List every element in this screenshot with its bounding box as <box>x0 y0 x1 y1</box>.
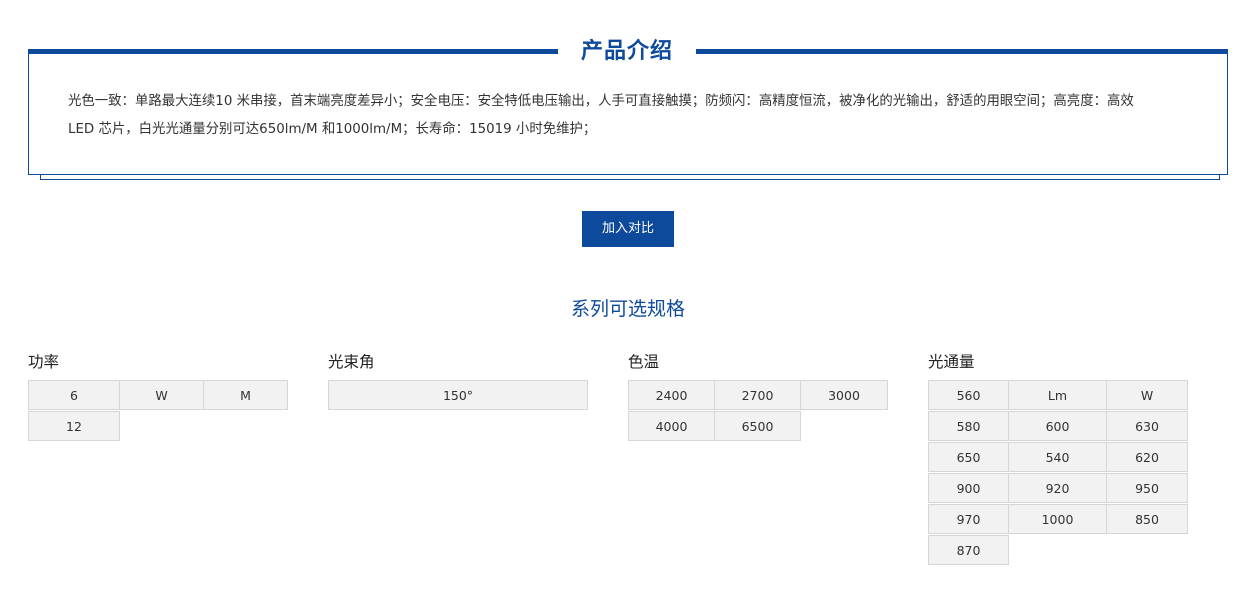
add-to-compare-button[interactable]: 加入对比 <box>582 211 674 247</box>
color-temp-option[interactable]: 2400 <box>628 380 715 410</box>
luminous-flux-option[interactable]: 850 <box>1106 504 1188 534</box>
power-option[interactable]: W <box>119 380 204 410</box>
luminous-flux-option[interactable]: 600 <box>1008 411 1107 441</box>
color-temp-option[interactable]: 2700 <box>714 380 801 410</box>
luminous-flux-option[interactable]: 650 <box>928 442 1009 472</box>
power-option[interactable]: 12 <box>28 411 120 441</box>
luminous-flux-option[interactable]: 950 <box>1106 473 1188 503</box>
intro-title: 产品介绍 <box>558 34 696 70</box>
luminous-flux-option[interactable]: 870 <box>928 535 1009 565</box>
luminous-flux-option[interactable]: 560 <box>928 380 1009 410</box>
beam-angle-option[interactable]: 150° <box>328 380 588 410</box>
luminous-flux-option[interactable]: 630 <box>1106 411 1188 441</box>
luminous-flux-option[interactable]: Lm <box>1008 380 1107 410</box>
beam-angle-label: 光束角 <box>328 353 375 371</box>
power-label: 功率 <box>28 353 60 371</box>
page: 产品介绍 光色一致：单路最大连续10 米串接，首末端亮度差异小；安全电压：安全特… <box>0 0 1246 589</box>
luminous-flux-option[interactable]: 920 <box>1008 473 1107 503</box>
power-option[interactable]: 6 <box>28 380 120 410</box>
luminous-flux-option[interactable]: 900 <box>928 473 1009 503</box>
luminous-flux-option[interactable]: 580 <box>928 411 1009 441</box>
color-temp-option[interactable]: 4000 <box>628 411 715 441</box>
series-specs-title: 系列可选规格 <box>570 298 685 320</box>
luminous-flux-label: 光通量 <box>928 353 975 371</box>
luminous-flux-option[interactable]: 540 <box>1008 442 1107 472</box>
intro-line-1: 光色一致：单路最大连续10 米串接，首末端亮度差异小；安全电压：安全特低电压输出… <box>68 94 1134 109</box>
color-temp-option[interactable]: 3000 <box>800 380 888 410</box>
power-option[interactable]: M <box>203 380 288 410</box>
luminous-flux-option[interactable]: W <box>1106 380 1188 410</box>
intro-line-2: LED 芯片，白光光通量分别可达650lm/M 和1000lm/M；长寿命：15… <box>68 122 597 137</box>
intro-description: 光色一致：单路最大连续10 米串接，首末端亮度差异小；安全电压：安全特低电压输出… <box>68 88 1188 144</box>
color-temp-option[interactable]: 6500 <box>714 411 801 441</box>
luminous-flux-option[interactable]: 620 <box>1106 442 1188 472</box>
luminous-flux-option[interactable]: 970 <box>928 504 1009 534</box>
color-temp-label: 色温 <box>628 353 660 371</box>
luminous-flux-option[interactable]: 1000 <box>1008 504 1107 534</box>
